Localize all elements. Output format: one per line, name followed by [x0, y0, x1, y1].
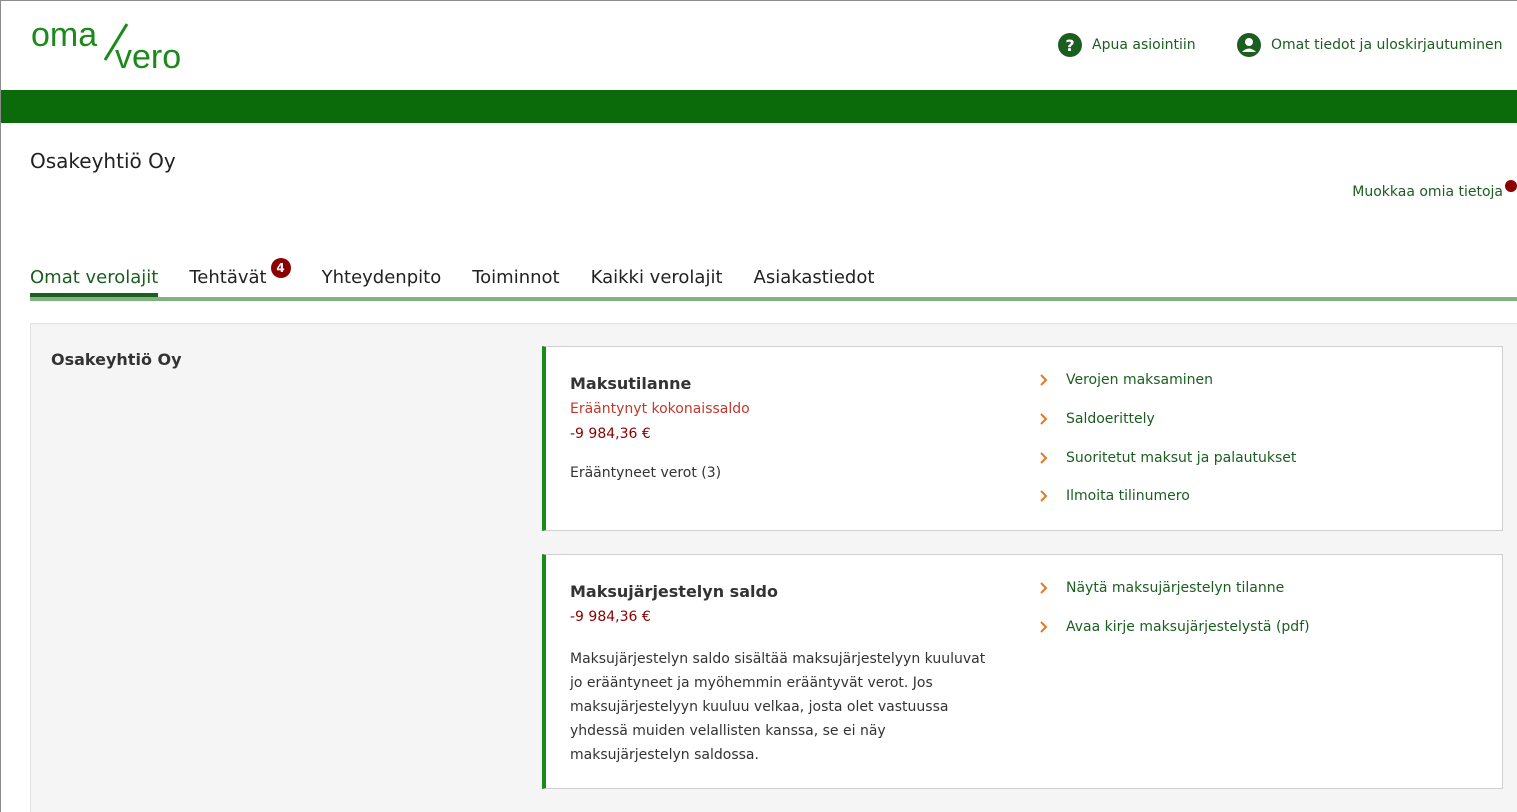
link-label: Suoritetut maksut ja palautukset — [1066, 450, 1297, 466]
payment-plan-description: Maksujärjestelyn saldo sisältää maksujär… — [570, 647, 990, 767]
payment-status-card: Maksutilanne Erääntynyt kokonaissaldo -9… — [542, 346, 1503, 531]
tasks-count-badge: 4 — [270, 258, 291, 278]
user-menu-label: Omat tiedot ja uloskirjautuminen — [1271, 37, 1503, 53]
logo-text-oma: oma — [31, 18, 97, 54]
tab-tehtavat[interactable]: Tehtävät 4 — [189, 258, 291, 294]
header: oma vero ? Apua asiointiin Omat tiedot j… — [0, 0, 1517, 90]
link-nayta-maksujarjestely[interactable]: Näytä maksujärjestelyn tilanne — [1040, 580, 1284, 596]
description-line: Maksujärjestelyn saldo sisältää maksujär… — [570, 651, 986, 667]
link-label: Verojen maksaminen — [1066, 372, 1214, 388]
payment-plan-card: Maksujärjestelyn saldo -9 984,36 € Maksu… — [542, 554, 1503, 789]
tab-label: Kaikki verolajit — [590, 267, 723, 288]
tab-asiakastiedot[interactable]: Asiakastiedot — [754, 267, 875, 294]
logo-text-vero: vero — [115, 38, 181, 74]
chevron-right-icon — [1040, 620, 1052, 634]
tab-label: Tehtävät — [189, 267, 267, 288]
description-line: jo erääntyneet ja myöhemmin erääntyvät v… — [570, 675, 933, 691]
link-label: Avaa kirje maksujärjestelystä (pdf) — [1066, 619, 1310, 635]
description-line: yhdessä muiden velallisten kanssa, se ei… — [570, 723, 886, 739]
chevron-right-icon — [1040, 412, 1052, 426]
tab-label: Yhteydenpito — [321, 267, 442, 288]
link-avaa-kirje-pdf[interactable]: Avaa kirje maksujärjestelystä (pdf) — [1040, 619, 1310, 635]
overdue-total-amount: -9 984,36 € — [570, 426, 651, 442]
chevron-right-icon — [1040, 489, 1052, 503]
card-title: Maksutilanne — [570, 374, 692, 393]
chevron-right-icon — [1040, 373, 1052, 387]
overdue-total-label: Erääntynyt kokonaissaldo — [570, 401, 750, 417]
tab-toiminnot[interactable]: Toiminnot — [472, 267, 559, 294]
tabs-underline — [30, 297, 1517, 301]
link-label: Näytä maksujärjestelyn tilanne — [1066, 580, 1285, 596]
tab-label: Asiakastiedot — [753, 267, 875, 288]
user-menu-link[interactable]: Omat tiedot ja uloskirjautuminen — [1237, 33, 1502, 57]
question-icon: ? — [1058, 33, 1082, 57]
panel-company-name: Osakeyhtiö Oy — [51, 350, 182, 369]
header-green-bar — [0, 90, 1517, 123]
description-line: maksujärjestelyn saldossa. — [570, 747, 759, 763]
edit-own-info-link[interactable]: Muokkaa omia tietoja — [1352, 184, 1503, 200]
card-title: Maksujärjestelyn saldo — [570, 582, 778, 601]
tab-kaikki-verolajit[interactable]: Kaikki verolajit — [591, 267, 723, 294]
link-saldoerittely[interactable]: Saldoerittely — [1040, 411, 1155, 427]
link-label: Saldoerittely — [1066, 411, 1155, 427]
tab-omat-verolajit[interactable]: Omat verolajit — [30, 267, 159, 297]
overdue-taxes-count: Erääntyneet verot (3) — [570, 465, 722, 481]
chevron-right-icon — [1040, 451, 1052, 465]
help-link[interactable]: ? Apua asiointiin — [1058, 33, 1196, 57]
description-line: maksujärjestelyyn kuuluu velkaa, josta o… — [570, 699, 949, 715]
link-ilmoita-tilinumero[interactable]: Ilmoita tilinumero — [1040, 488, 1190, 504]
tab-yhteydenpito[interactable]: Yhteydenpito — [322, 267, 442, 294]
main-tabs: Omat verolajit Tehtävät 4 Yhteydenpito T… — [30, 258, 905, 297]
user-icon — [1237, 33, 1261, 57]
svg-text:?: ? — [1065, 36, 1074, 55]
tab-label: Omat verolajit — [30, 267, 159, 288]
payment-plan-amount: -9 984,36 € — [570, 609, 651, 625]
link-label: Ilmoita tilinumero — [1066, 488, 1190, 504]
page-title: Osakeyhtiö Oy — [30, 149, 176, 173]
link-verojen-maksaminen[interactable]: Verojen maksaminen — [1040, 372, 1213, 388]
help-link-label: Apua asiointiin — [1092, 37, 1196, 53]
omavero-logo[interactable]: oma vero — [31, 18, 221, 74]
link-suoritetut-maksut[interactable]: Suoritetut maksut ja palautukset — [1040, 450, 1296, 466]
chevron-right-icon — [1040, 581, 1052, 595]
edit-info-alert-icon — [1505, 180, 1517, 192]
tab-label: Toiminnot — [472, 267, 560, 288]
